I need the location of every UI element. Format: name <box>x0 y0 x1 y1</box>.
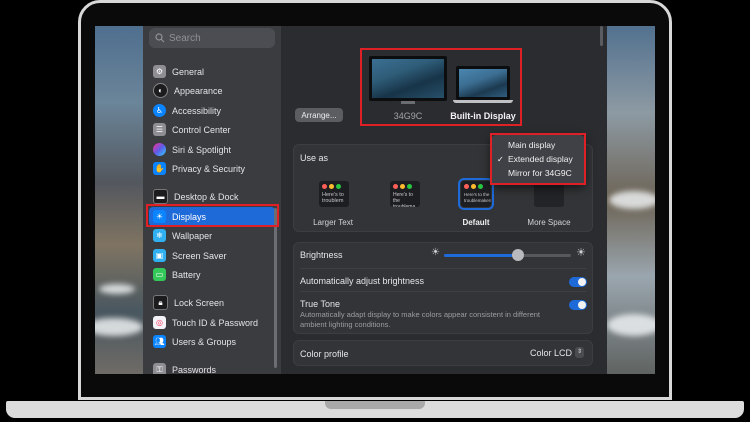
resolution-option-larger-text[interactable]: Here's to troublem <box>319 181 349 207</box>
sidebar-item-label: Touch ID & Password <box>172 317 259 328</box>
resolution-sample-text: Here's to the troublema ones who <box>393 192 416 207</box>
search-input[interactable] <box>169 32 269 44</box>
brightness-slider[interactable] <box>444 249 571 261</box>
sidebar-item-label: General <box>172 66 205 77</box>
sidebar-item-label: Privacy & Security <box>172 163 246 174</box>
sidebar-item-label: Lock Screen <box>174 297 225 308</box>
sidebar-item-lock-screen[interactable]: 🔒︎ Lock Screen <box>149 293 275 312</box>
auto-brightness-label: Automatically adjust brightness <box>300 276 425 286</box>
resolution-caption-default: Default <box>462 218 490 227</box>
sidebar-item-label: Accessibility <box>172 105 222 116</box>
displays-pane: 34G9C Built-in Display Arrange... Use as… <box>281 26 607 374</box>
screen-saver-icon: ▣ <box>153 249 166 262</box>
sidebar-item-touch-id[interactable]: ◎ Touch ID & Password <box>149 313 275 332</box>
sidebar-item-battery[interactable]: ▭ Battery <box>149 265 275 284</box>
laptop-notch <box>325 401 425 409</box>
resolution-option-default[interactable]: Here's to the troublemakers <box>458 178 494 210</box>
chevron-updown-icon: ⇕ <box>575 347 584 358</box>
hand-icon: ✋ <box>153 162 166 175</box>
control-center-icon: ☰ <box>153 123 166 136</box>
sidebar-item-users-groups[interactable]: 👥︎ Users & Groups <box>149 332 275 351</box>
sidebar-item-appearance[interactable]: ◐ Appearance <box>149 81 275 100</box>
sidebar-scrollbar[interactable] <box>274 208 277 368</box>
siri-icon <box>153 143 166 156</box>
brightness-panel: Brightness ☀ ☀ Automatically adjust brig… <box>293 242 593 334</box>
sidebar-item-general[interactable]: ⚙ General <box>149 62 275 81</box>
wallpaper-right <box>607 26 655 374</box>
resolution-option-2[interactable]: Here's to the troublema ones who <box>390 181 420 207</box>
fingerprint-icon: ◎ <box>153 316 166 329</box>
dock-icon: ▬ <box>153 189 168 204</box>
resolution-caption: Larger Text <box>313 218 353 227</box>
lock-icon: 🔒︎ <box>153 295 168 310</box>
true-tone-description: Automatically adapt display to make colo… <box>300 310 540 329</box>
sidebar-item-label: Appearance <box>174 85 223 96</box>
sidebar-item-siri[interactable]: Siri & Spotlight <box>149 140 275 159</box>
sidebar-item-privacy[interactable]: ✋ Privacy & Security <box>149 159 275 178</box>
color-profile-label: Color profile <box>300 349 349 359</box>
resolution-sample-text: Here's to troublem <box>322 192 344 204</box>
sidebar-item-passwords[interactable]: ⚿ Passwords <box>149 360 275 374</box>
resolution-caption: More Space <box>527 218 571 227</box>
arrange-button[interactable]: Arrange... <box>295 108 343 122</box>
screen: ⚙ General ◐ Appearance ♿ Accessibility ☰… <box>95 26 655 374</box>
appearance-icon: ◐ <box>153 83 168 98</box>
sidebar-item-wallpaper[interactable]: ❄ Wallpaper <box>149 226 275 245</box>
search-field[interactable] <box>149 28 275 48</box>
auto-brightness-toggle[interactable] <box>569 277 587 287</box>
gear-icon: ⚙ <box>153 65 166 78</box>
key-icon: ⚿ <box>153 363 166 374</box>
users-icon: 👥︎ <box>153 335 166 348</box>
sidebar-item-label: Control Center <box>172 124 231 135</box>
brightness-label: Brightness <box>300 250 343 260</box>
sidebar-item-label: Wallpaper <box>172 230 213 241</box>
accessibility-icon: ♿ <box>153 104 166 117</box>
main-scrollbar[interactable] <box>600 26 603 46</box>
color-profile-panel: Color profile Color LCD ⇕ <box>293 340 593 366</box>
true-tone-toggle[interactable] <box>569 300 587 310</box>
color-profile-select[interactable]: Color LCD ⇕ <box>530 347 584 358</box>
color-profile-value: Color LCD <box>529 347 572 358</box>
search-icon <box>155 33 165 43</box>
sun-large-icon: ☀ <box>576 247 586 259</box>
sidebar-item-accessibility[interactable]: ♿ Accessibility <box>149 101 275 120</box>
sidebar-item-screen-saver[interactable]: ▣ Screen Saver <box>149 246 275 265</box>
sidebar: ⚙ General ◐ Appearance ♿ Accessibility ☰… <box>143 26 281 374</box>
brightness-slider-knob[interactable] <box>511 249 524 261</box>
highlight-box-displays <box>360 48 522 126</box>
snowflake-icon: ❄ <box>153 229 166 242</box>
sidebar-item-control-center[interactable]: ☰ Control Center <box>149 120 275 139</box>
sidebar-item-label: Screen Saver <box>172 250 227 261</box>
sidebar-item-label: Siri & Spotlight <box>172 144 232 155</box>
use-as-label: Use as <box>300 153 329 163</box>
sidebar-item-label: Battery <box>172 269 201 280</box>
sidebar-item-label: Desktop & Dock <box>174 191 239 202</box>
wallpaper-left <box>95 26 143 374</box>
system-settings-window: ⚙ General ◐ Appearance ♿ Accessibility ☰… <box>143 26 607 374</box>
sidebar-item-label: Users & Groups <box>172 336 237 347</box>
true-tone-label: True Tone <box>300 299 341 309</box>
highlight-box-menu <box>490 133 586 185</box>
sun-small-icon: ☀ <box>431 247 440 258</box>
battery-icon: ▭ <box>153 268 166 281</box>
resolution-sample-text: Here's to the troublemakers <box>464 192 491 203</box>
sidebar-item-label: Passwords <box>172 364 217 375</box>
highlight-box-displays-item <box>146 204 279 227</box>
